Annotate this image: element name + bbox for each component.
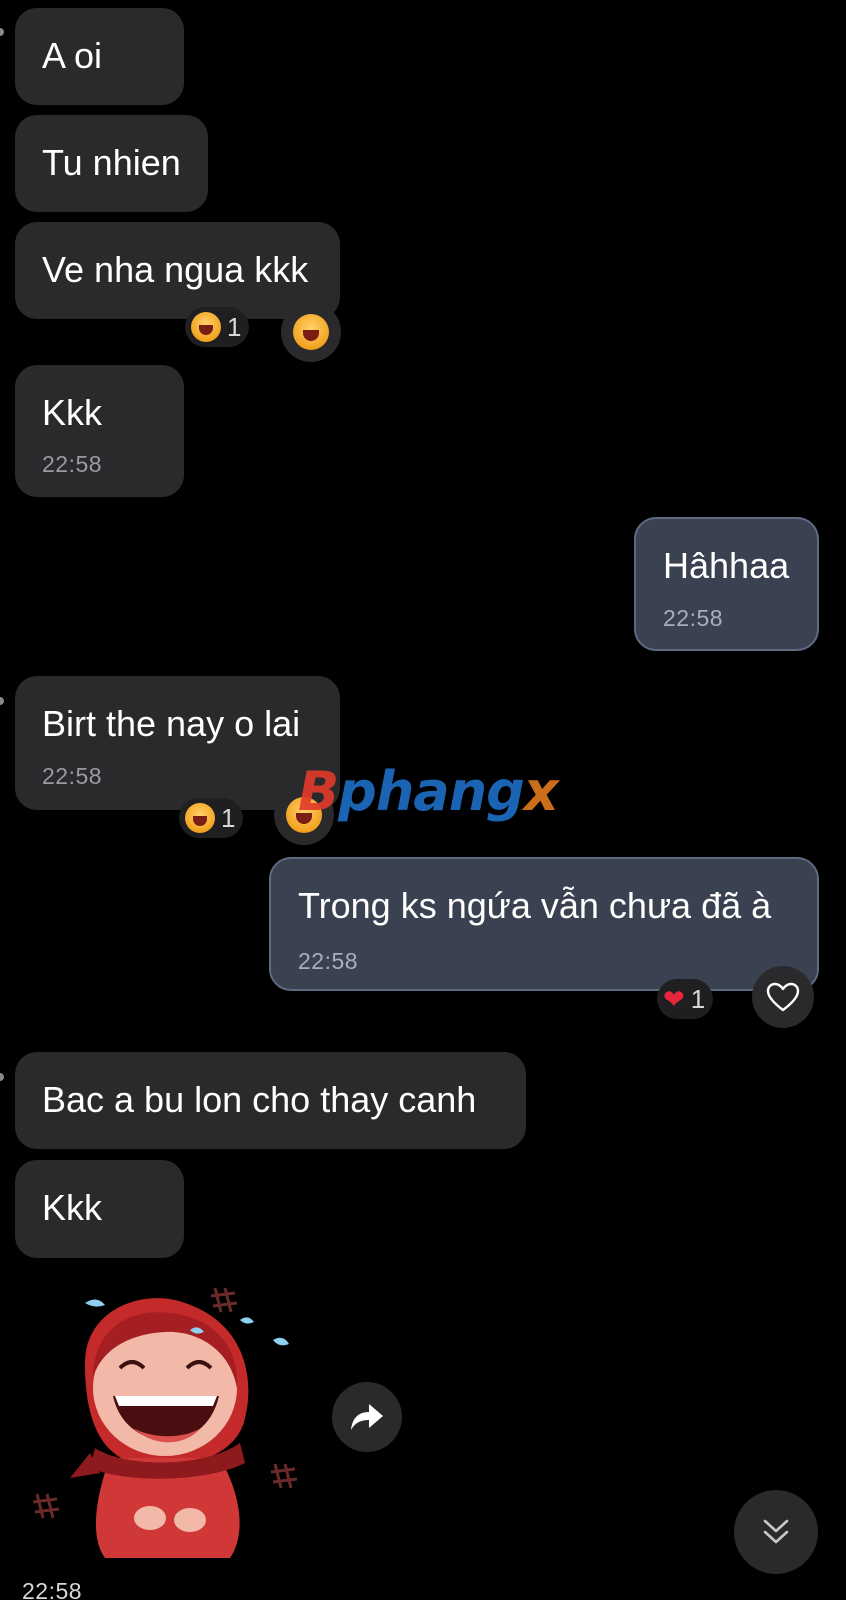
chat-screen: A oi Tu nhien Ve nha ngua kkk 1 Kkk 22:5…: [0, 0, 846, 1600]
reaction-count-pill[interactable]: 1: [179, 798, 244, 838]
forward-button[interactable]: [332, 1382, 402, 1452]
message-bubble-incoming[interactable]: Ve nha ngua kkk: [15, 222, 340, 319]
message-time: 22:58: [42, 451, 103, 477]
heart-outline-icon: [766, 982, 800, 1012]
red-heart-emoji-icon: ❤: [663, 984, 685, 1014]
sender-indicator: [0, 697, 4, 705]
reaction-count-pill[interactable]: ❤ 1: [657, 979, 714, 1019]
message-text: Kkk: [42, 392, 103, 433]
add-reaction-button[interactable]: [281, 302, 341, 362]
sticker-message[interactable]: [15, 1268, 315, 1568]
message-text: Hâhhaa: [663, 545, 790, 586]
sender-indicator: [0, 28, 4, 36]
crying-laughing-girl-sticker: [32, 1287, 298, 1558]
share-arrow-icon: [351, 1404, 383, 1430]
reaction-count: 1: [690, 984, 706, 1014]
message-text: Tu nhien: [42, 142, 181, 183]
message-time: 22:58: [298, 948, 359, 974]
laughing-emoji-icon: [293, 314, 329, 350]
message-bubble-incoming[interactable]: Kkk: [15, 1160, 184, 1258]
message-bubble-outgoing[interactable]: Trong ks ngứa vẫn chưa đã à 22:58: [269, 857, 819, 991]
message-time: 22:58: [22, 1578, 83, 1600]
reaction-count: 1: [227, 312, 242, 342]
reaction-count: 1: [221, 803, 236, 833]
message-bubble-incoming[interactable]: Tu nhien: [15, 115, 208, 212]
add-reaction-button[interactable]: [752, 966, 814, 1028]
sender-indicator: [0, 1073, 4, 1081]
message-text: Trong ks ngứa vẫn chưa đã à: [298, 885, 772, 926]
message-time: 22:58: [42, 763, 103, 789]
message-text: Ve nha ngua kkk: [42, 249, 309, 290]
reaction-count-pill[interactable]: 1: [185, 307, 250, 347]
laughing-emoji-icon: [185, 803, 215, 833]
message-bubble-outgoing[interactable]: Hâhhaa 22:58: [634, 517, 819, 651]
double-chevron-down-icon: [763, 1519, 789, 1544]
message-time: 22:58: [663, 605, 724, 631]
scroll-to-bottom-button[interactable]: [734, 1490, 818, 1574]
message-text: Birt the nay o lai: [42, 703, 301, 744]
message-bubble-incoming[interactable]: Kkk 22:58: [15, 365, 184, 497]
message-bubble-incoming[interactable]: A oi: [15, 8, 184, 105]
message-text: Bac a bu lon cho thay canh: [42, 1079, 477, 1120]
laughing-emoji-icon: [191, 312, 221, 342]
message-text: A oi: [42, 35, 103, 76]
message-text: Kkk: [42, 1187, 103, 1228]
watermark-logo: Bphangx: [298, 760, 559, 823]
message-bubble-incoming[interactable]: Bac a bu lon cho thay canh: [15, 1052, 526, 1149]
